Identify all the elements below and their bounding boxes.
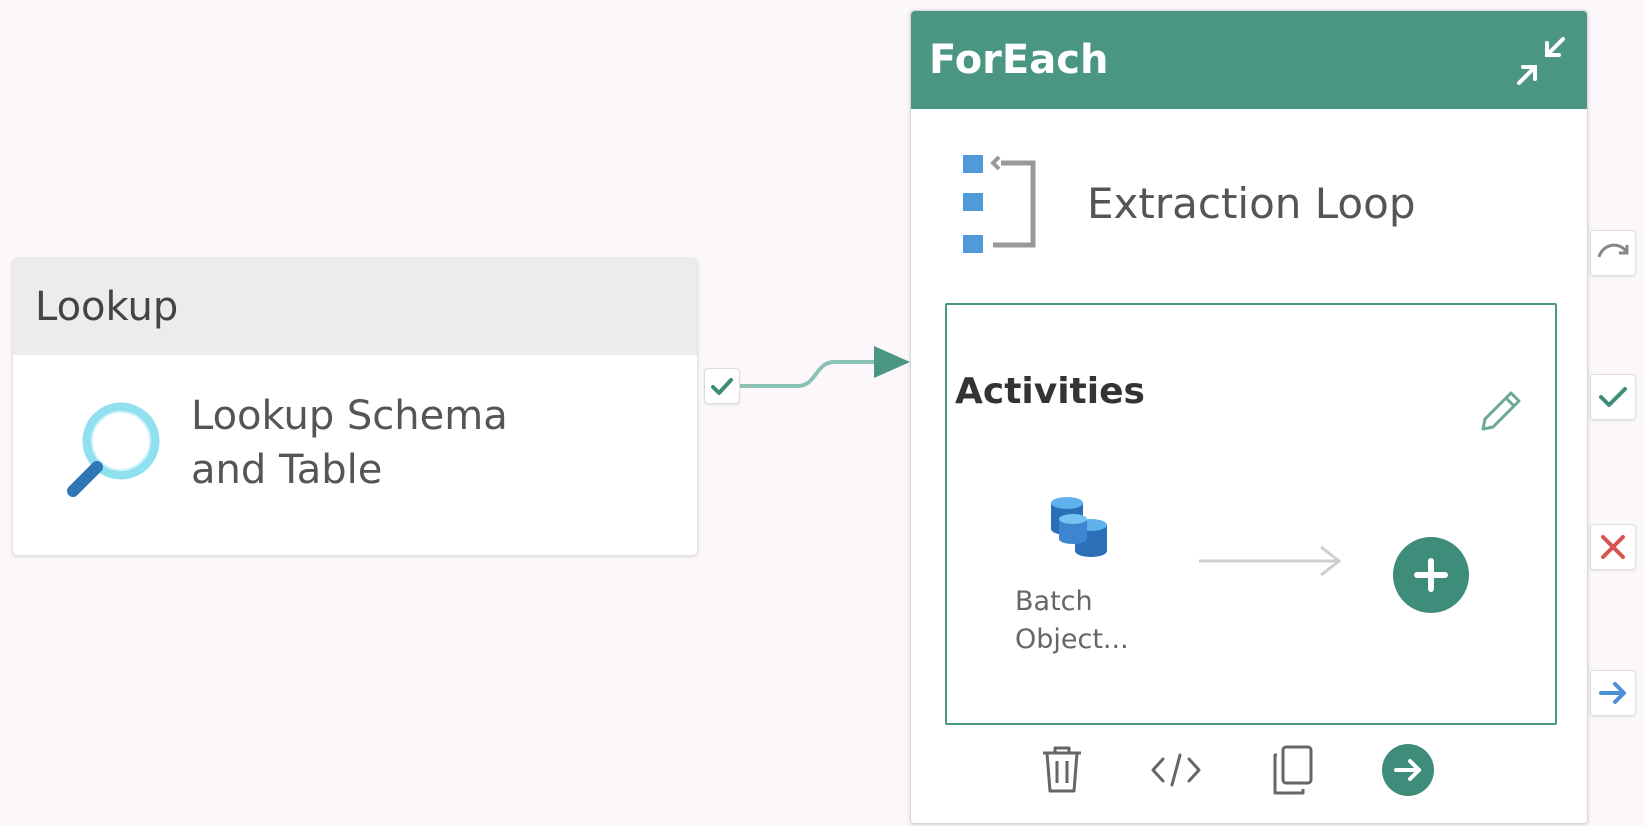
inner-arrow-icon	[1199, 545, 1342, 577]
activities-title: Activities	[955, 371, 1145, 412]
go-to-icon[interactable]	[1379, 741, 1437, 799]
failure-output-handle[interactable]	[1590, 524, 1636, 570]
completion-output-handle[interactable]	[1590, 670, 1636, 716]
lookup-type-label: Lookup	[13, 259, 697, 355]
plus-icon	[1414, 558, 1448, 592]
magnifier-icon	[59, 391, 179, 511]
database-stack-icon[interactable]	[1047, 495, 1113, 565]
foreach-activity-name: Extraction Loop	[1087, 179, 1416, 228]
edit-pencil-icon[interactable]	[1473, 385, 1525, 437]
lookup-activity[interactable]: Lookup Lookup Schema and Table	[12, 258, 698, 556]
foreach-type-label: ForEach	[929, 37, 1109, 83]
collapse-icon[interactable]	[1511, 31, 1571, 91]
lookup-success-handle[interactable]	[704, 368, 740, 404]
foreach-loop-icon	[957, 155, 1041, 259]
success-output-handle[interactable]	[1590, 374, 1636, 420]
skipped-icon	[1597, 243, 1629, 258]
completion-icon	[1599, 682, 1626, 704]
success-icon	[1599, 387, 1627, 407]
activity-toolbar	[911, 727, 1587, 819]
success-check-icon	[711, 378, 733, 395]
add-activity-button[interactable]	[1393, 537, 1469, 613]
code-icon[interactable]	[1147, 741, 1205, 799]
dependency-connector[interactable]	[738, 340, 918, 420]
failure-icon	[1601, 535, 1625, 559]
lookup-activity-name: Lookup Schema and Table	[191, 393, 508, 493]
delete-icon[interactable]	[1033, 741, 1091, 799]
activities-container[interactable]: Activities Batch Object...	[945, 303, 1557, 725]
copy-icon[interactable]	[1263, 741, 1321, 799]
skipped-output-handle[interactable]	[1590, 230, 1636, 276]
foreach-activity[interactable]: ForEach Extraction Loop Activities Batch…	[910, 10, 1588, 824]
foreach-header: ForEach	[911, 11, 1587, 109]
pipeline-canvas[interactable]: Lookup Lookup Schema and Table ForEach E…	[0, 0, 1644, 826]
child-activity-label: Batch Object...	[1015, 586, 1129, 655]
